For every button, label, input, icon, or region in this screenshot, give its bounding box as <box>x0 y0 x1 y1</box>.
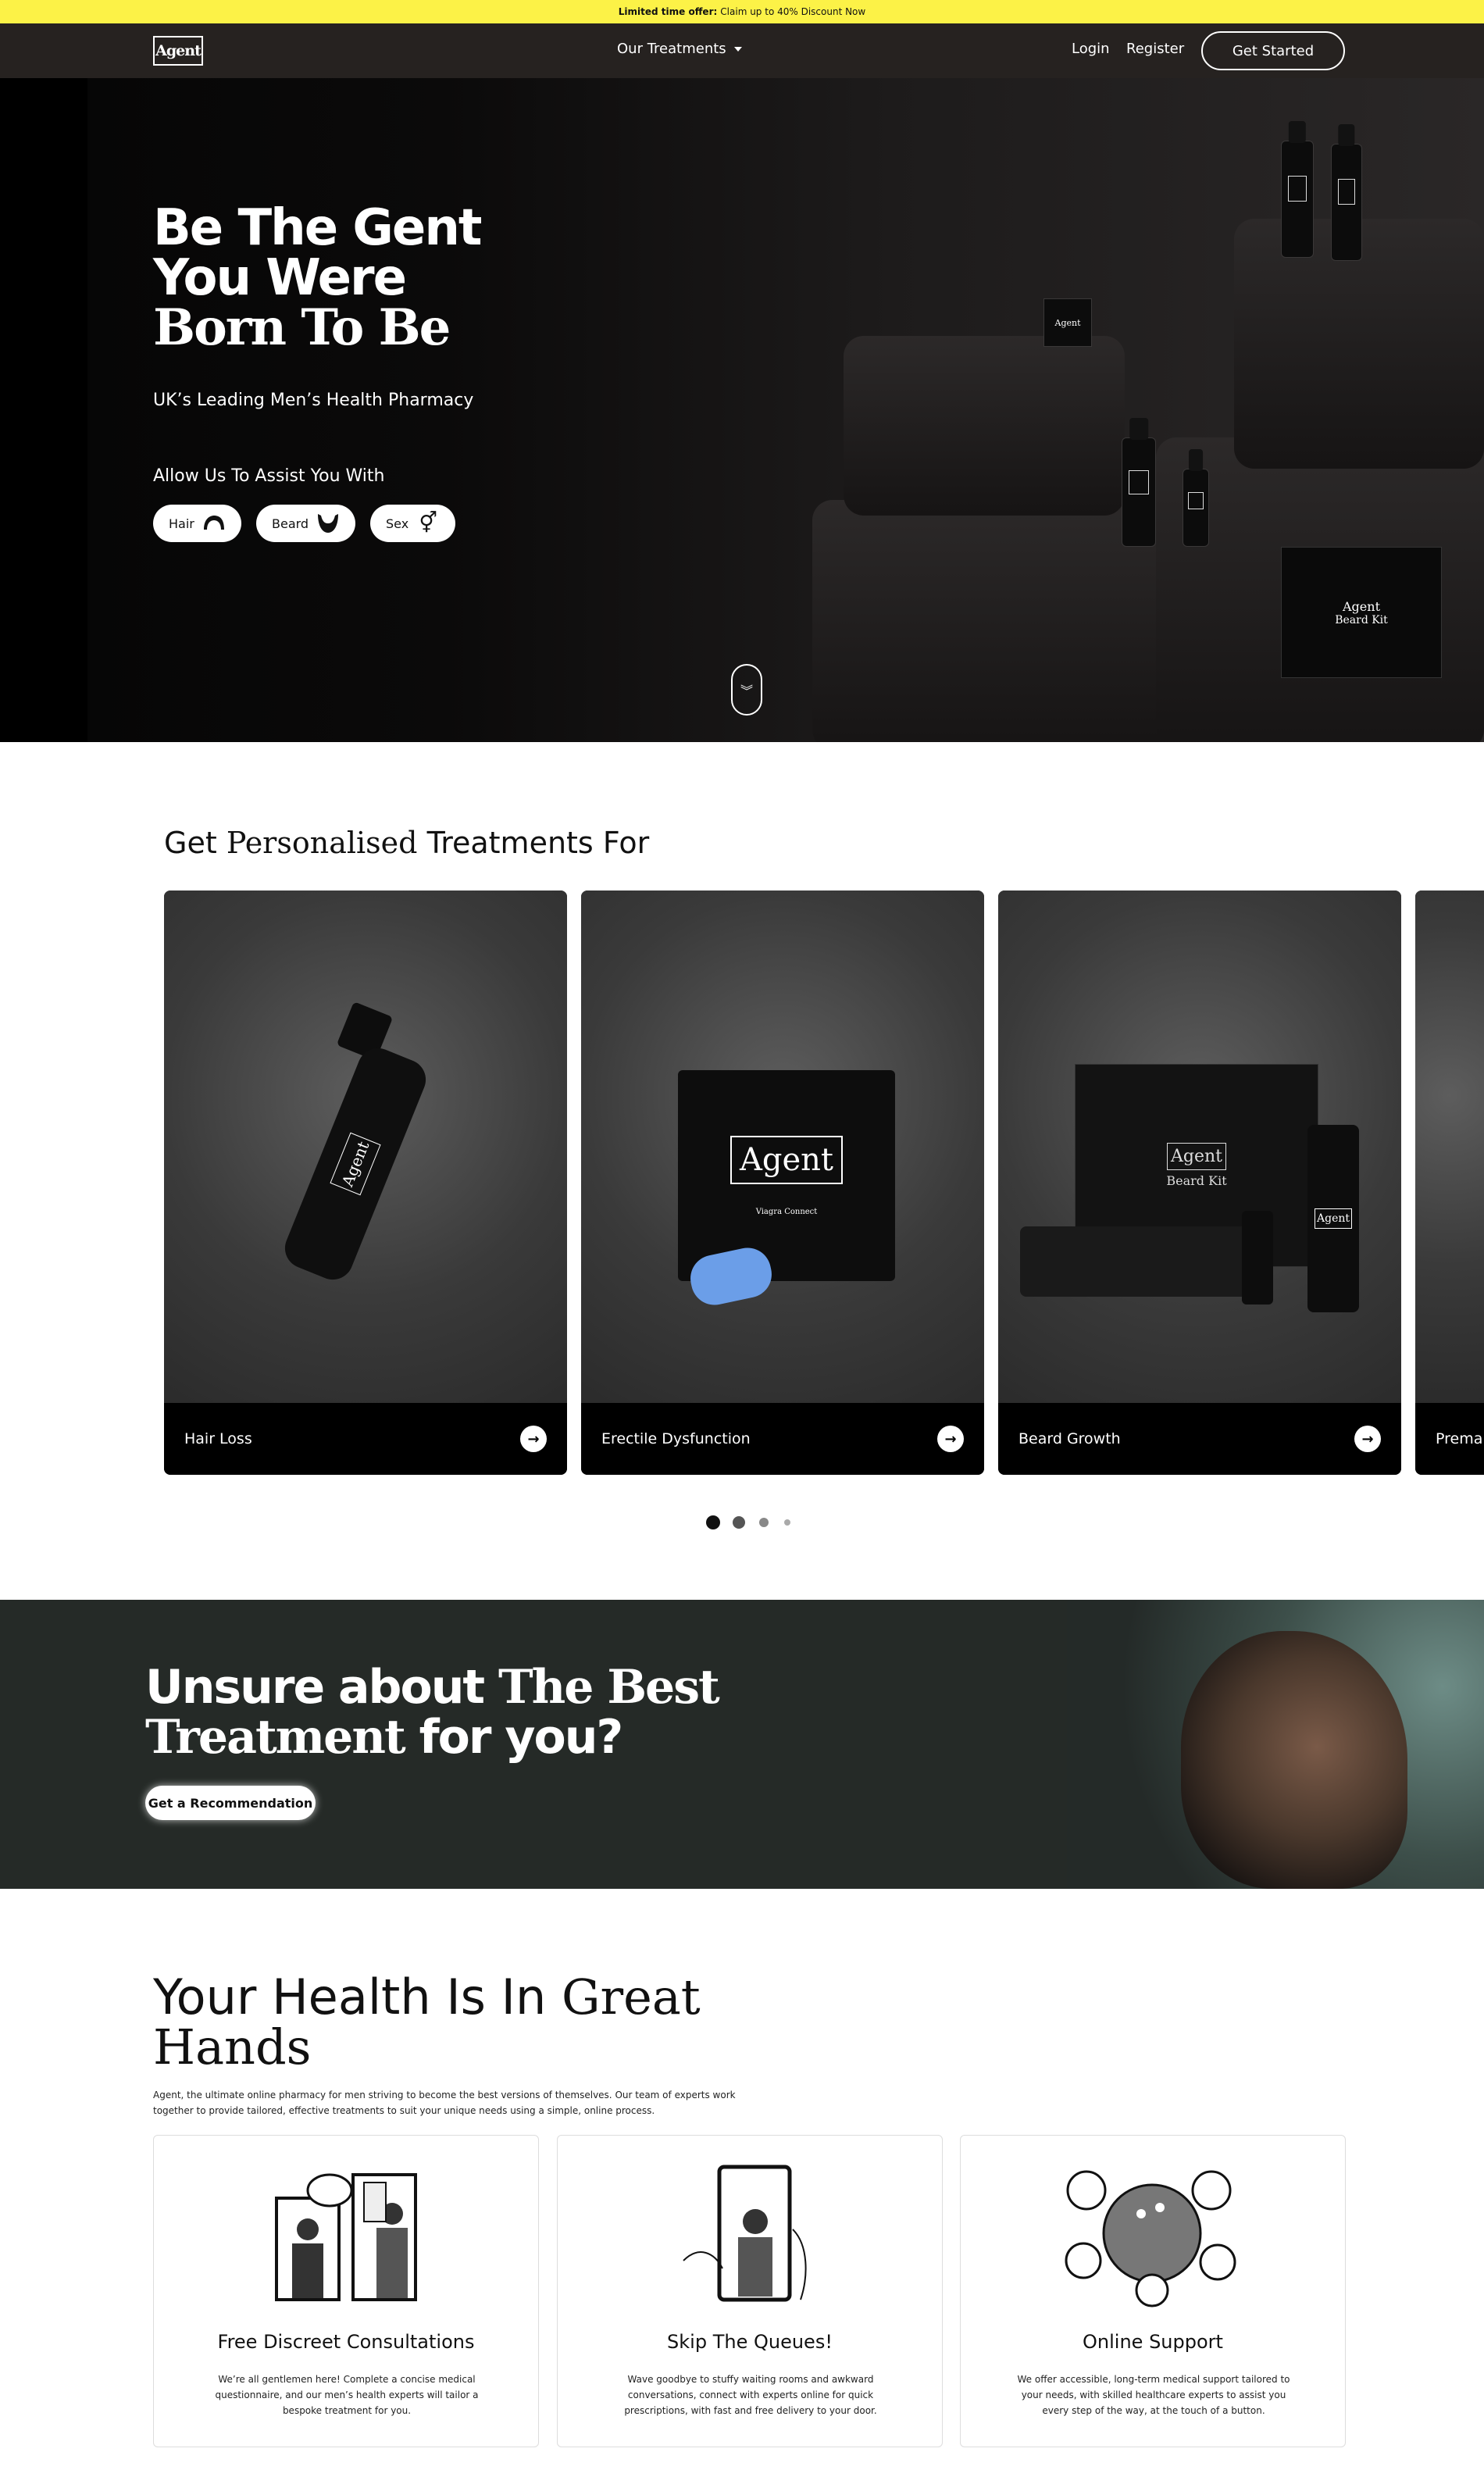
top-nav: Agent Our Treatments Login Register Get … <box>0 23 1484 78</box>
beard-kit-box: Agent Beard Kit <box>1281 547 1442 678</box>
carousel-dot-4[interactable] <box>784 1519 790 1526</box>
feature-text: We offer accessible, long-term medical s… <box>1017 2374 1290 2416</box>
feature-text: Wave goodbye to stuffy waiting rooms and… <box>624 2374 877 2416</box>
feature-card-online-support: Online Support We offer accessible, long… <box>960 2135 1346 2447</box>
man-profile-photo <box>1067 1600 1484 1889</box>
chip-sex[interactable]: Sex ⚥ <box>370 505 456 542</box>
promo-text[interactable]: Claim up to 40% Discount Now <box>720 6 865 17</box>
recommendation-title: Unsure about The Best Treatment for you? <box>145 1660 720 1765</box>
product-box: Agent <box>1043 298 1092 347</box>
carousel-dot-3[interactable] <box>759 1518 769 1527</box>
treatment-card-erectile-dysfunction[interactable]: Agent Viagra Connect Erectile Dysfunctio… <box>581 891 984 1475</box>
treatment-card-beard-growth[interactable]: Agent Beard Kit Agent Beard Growth → <box>998 891 1401 1475</box>
promo-bar: Limited time offer: Claim up to 40% Disc… <box>0 0 1484 23</box>
treatments-title: Get Personalised Treatments For <box>164 826 650 860</box>
feature-text: We’re all gentlemen here! Complete a con… <box>215 2374 479 2416</box>
treatment-card-premature[interactable]: Prema <box>1415 891 1484 1475</box>
carousel-dot-2[interactable] <box>733 1516 745 1529</box>
hero-subtitle: UK’s Leading Men’s Health Pharmacy <box>153 391 474 410</box>
card-label: Hair Loss <box>184 1430 252 1447</box>
health-description: Agent, the ultimate online pharmacy for … <box>153 2090 736 2116</box>
assist-label: Allow Us To Assist You With <box>153 466 385 486</box>
promo-bold: Limited time offer: <box>618 6 718 17</box>
card-label: Beard Growth <box>1018 1430 1121 1447</box>
erectile-dysfunction-image: Agent Viagra Connect <box>581 891 984 1403</box>
arrow-right-icon[interactable]: → <box>520 1426 547 1452</box>
site-logo[interactable]: Agent <box>153 36 203 66</box>
feature-title: Skip The Queues! <box>667 2331 833 2353</box>
hair-loss-image: Agent <box>164 891 567 1403</box>
hero-section: Agent Agent Beard Kit Be The Gent You We… <box>0 78 1484 742</box>
arrow-right-icon[interactable]: → <box>937 1426 964 1452</box>
card-label: Prema <box>1436 1430 1483 1447</box>
login-link[interactable]: Login <box>1072 41 1110 57</box>
scroll-down-button[interactable]: ︾ <box>731 664 762 716</box>
carousel-dot-1[interactable] <box>706 1515 720 1529</box>
sex-symbol-icon: ⚥ <box>419 512 437 535</box>
globe-support-illustration <box>1055 2159 1250 2307</box>
consultation-illustration <box>248 2159 444 2307</box>
feature-card-consultations: Free Discreet Consultations We’re all ge… <box>153 2135 539 2447</box>
card-label: Erectile Dysfunction <box>601 1430 751 1447</box>
register-link[interactable]: Register <box>1126 41 1184 57</box>
feature-title: Online Support <box>1083 2331 1223 2353</box>
treatment-card-hair-loss[interactable]: Agent Hair Loss → <box>164 891 567 1475</box>
feature-title: Free Discreet Consultations <box>217 2331 475 2353</box>
chip-beard[interactable]: Beard <box>256 505 356 542</box>
chip-hair[interactable]: Hair <box>153 505 241 542</box>
feature-card-skip-queues: Skip The Queues! Wave goodbye to stuffy … <box>557 2135 943 2447</box>
chevron-down-icon <box>733 46 742 52</box>
phone-illustration <box>652 2159 847 2307</box>
hero-title: Be The Gent You Were Born To Be <box>153 199 482 357</box>
get-started-button[interactable]: Get Started <box>1201 31 1345 70</box>
get-recommendation-button[interactable]: Get a Recommendation <box>145 1786 316 1820</box>
double-chevron-down-icon: ︾ <box>740 683 753 698</box>
recommendation-banner: Unsure about The Best Treatment for you?… <box>0 1600 1484 1889</box>
treatments-menu-label: Our Treatments <box>617 41 726 57</box>
hair-icon <box>202 512 226 535</box>
beard-growth-image: Agent Beard Kit Agent <box>998 891 1401 1403</box>
treatments-menu[interactable]: Our Treatments <box>617 41 742 57</box>
beard-icon <box>316 512 340 535</box>
arrow-right-icon[interactable]: → <box>1354 1426 1381 1452</box>
health-title: Your Health Is In Great Hands <box>153 1968 701 2075</box>
